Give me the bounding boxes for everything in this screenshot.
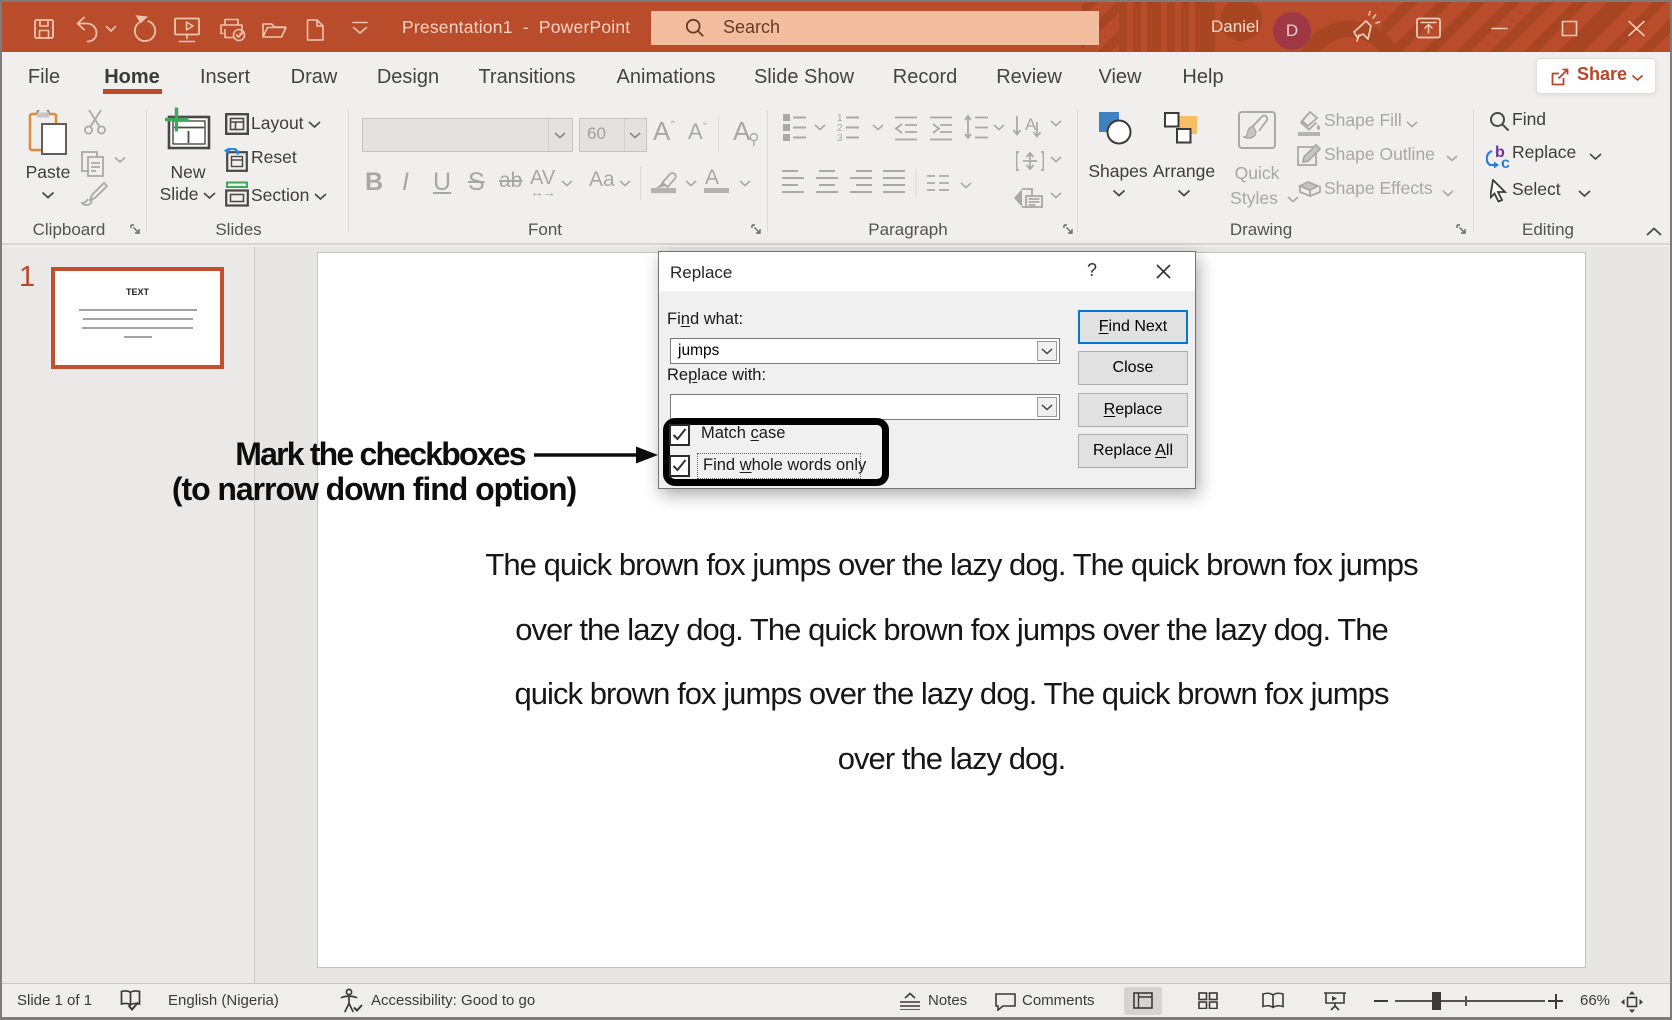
svg-text:c: c	[1501, 155, 1510, 168]
svg-text:A: A	[1025, 115, 1037, 134]
svg-text:3: 3	[837, 133, 843, 142]
